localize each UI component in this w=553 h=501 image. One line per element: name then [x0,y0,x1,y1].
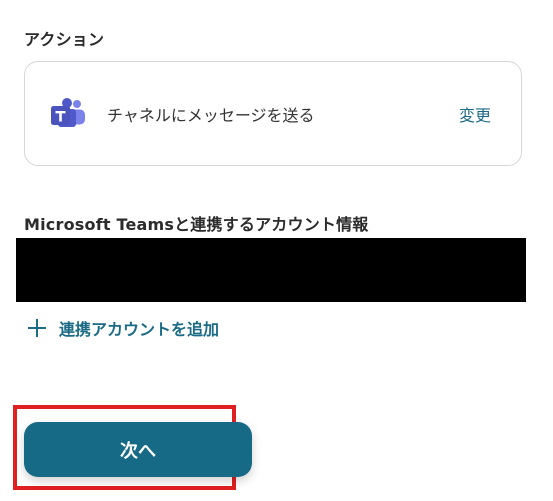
next-button[interactable]: 次へ [24,422,252,477]
action-name: チャネルにメッセージを送る [107,106,315,125]
action-section-label: アクション [24,30,105,49]
account-section-label: Microsoft Teamsと連携するアカウント情報 [24,215,369,234]
microsoft-teams-icon [49,97,87,131]
change-action-link[interactable]: 変更 [459,102,491,126]
action-card: チャネルにメッセージを送る 変更 [24,61,522,166]
redacted-account-field [16,238,526,302]
page: アクション チャネルにメッセージを送る 変更 Microsoft Teamsと連… [0,0,553,501]
add-account-button[interactable]: 連携アカウントを追加 [27,316,219,340]
plus-icon [27,318,47,338]
add-account-label: 連携アカウントを追加 [59,320,220,339]
